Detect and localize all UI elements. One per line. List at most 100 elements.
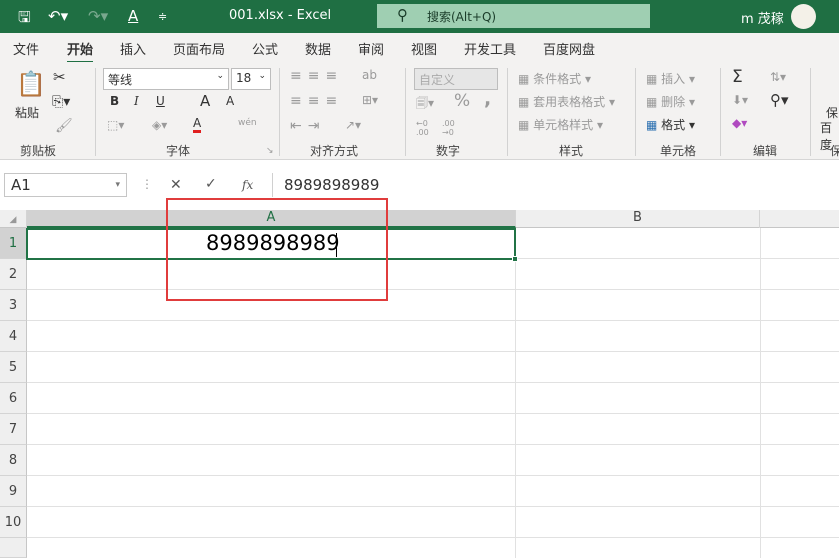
row-header-10[interactable]: 10 [0,507,27,538]
column-headers: ◢ A B [0,210,839,228]
insert-function-button[interactable]: fx [242,178,253,192]
gridline [27,382,839,383]
increase-decimal-button[interactable]: ←0 .00 [416,119,434,137]
name-box[interactable]: A1 ▾ [4,173,127,197]
divider [635,68,636,156]
gridline [27,475,839,476]
undo-icon[interactable]: ↶▾ [48,7,68,25]
tab-view[interactable]: 视图 [411,39,437,58]
group-label-alignment: 对齐方式 [310,144,359,158]
divider [405,68,406,156]
indent-icons[interactable]: ⇤⇥ [290,118,325,134]
row-header-7[interactable]: 7 [0,414,27,445]
select-all-button[interactable]: ◢ [0,210,27,228]
accounting-icon[interactable]: 🗐▾ [416,94,434,115]
group-label-baidu: 保 [830,144,839,158]
fill-handle[interactable] [512,256,518,262]
insert-cells-button[interactable]: ▦ 插入 ▾ [646,70,695,87]
ribbon-tabs: 文件 开始 插入 页面布局 公式 数据 审阅 视图 开发工具 百度网盘 [0,33,839,64]
italic-button[interactable]: I [134,94,139,108]
percent-button[interactable]: % [454,91,470,111]
search-box[interactable]: ⚲ 搜索(Alt+Q) [377,4,650,28]
group-label-cells: 单元格 [660,144,697,158]
clear-icon[interactable]: ◆▾ [732,116,747,130]
fill-icon[interactable]: ⬇▾ [732,93,748,107]
cell-styles-button[interactable]: ▦ 单元格样式 ▾ [518,116,603,133]
divider [95,68,96,156]
tab-insert[interactable]: 插入 [120,39,146,58]
orientation-icon[interactable]: ↗▾ [345,118,361,132]
fill-color-icon[interactable]: ◈▾ [152,118,167,132]
redo-icon[interactable]: ↷▾ [88,7,108,25]
tab-file[interactable]: 文件 [13,39,39,58]
tab-review[interactable]: 审阅 [358,39,384,58]
row-header-9[interactable]: 9 [0,476,27,507]
group-label-clipboard: 剪贴板 [20,144,57,158]
decrease-decimal-button[interactable]: .00 →0 [442,119,460,137]
cancel-button[interactable]: ✕ [170,177,182,193]
paste-icon[interactable]: 📋 [16,70,46,98]
search-icon: ⚲ [397,6,408,24]
font-color-icon[interactable]: A [128,7,138,25]
cut-icon[interactable]: ✂ [53,68,66,86]
avatar[interactable] [791,4,816,29]
row-header-1[interactable]: 1 [0,228,27,259]
horizontal-align-icons[interactable]: ≡≡≡ [290,93,343,109]
formula-input[interactable]: 8989898989 [272,173,839,197]
tab-developer[interactable]: 开发工具 [464,39,516,58]
divider [507,68,508,156]
name-box-value: A1 [11,176,31,194]
group-label-styles: 样式 [559,144,584,158]
underline-button[interactable]: U [156,94,165,108]
divider [279,68,280,156]
grow-font-button[interactable]: A [200,92,210,110]
sort-filter-icon[interactable]: ⇅▾ [770,70,786,84]
copy-icon[interactable]: ⎘▾ [52,94,70,110]
bold-button[interactable]: B [110,94,119,108]
dialog-launcher-icon[interactable]: ↘ [266,146,274,156]
row-header-partial[interactable] [0,538,27,558]
merge-icon[interactable]: ⊞▾ [362,93,378,107]
number-format-select[interactable]: 自定义 [414,68,498,90]
font-size-select[interactable]: 18 ⌄ [231,68,271,90]
find-icon[interactable]: ⚲▾ [770,91,789,109]
tab-home[interactable]: 开始 [67,39,94,64]
tab-formulas[interactable]: 公式 [252,39,278,58]
gridline [515,228,516,558]
comma-button[interactable]: , [484,88,491,110]
column-header-b[interactable]: B [516,210,760,228]
group-label-number: 数字 [436,144,461,158]
divider [810,68,811,156]
group-label-editing: 编辑 [753,144,778,158]
customize-qat-icon[interactable]: ≑ [158,10,167,23]
wrap-text-icon[interactable]: ab [362,68,377,82]
row-header-2[interactable]: 2 [0,259,27,290]
enter-button[interactable]: ✓ [205,176,217,192]
tab-baidu[interactable]: 百度网盘 [543,39,595,58]
autosum-button[interactable]: Σ [732,67,743,87]
tab-data[interactable]: 数据 [305,39,331,58]
row-header-6[interactable]: 6 [0,383,27,414]
tab-page-layout[interactable]: 页面布局 [173,39,225,58]
highlight-box [166,198,388,301]
vertical-align-icons[interactable]: ≡≡≡ [290,68,343,84]
borders-icon[interactable]: ⬚▾ [107,118,124,132]
row-header-5[interactable]: 5 [0,352,27,383]
format-as-table-button[interactable]: ▦ 套用表格格式 ▾ [518,93,615,110]
user-name[interactable]: m 茂稼 [741,8,784,27]
delete-cells-button[interactable]: ▦ 删除 ▾ [646,93,695,110]
format-cells-button[interactable]: ▦ 格式 ▾ [646,116,695,133]
gridline [27,537,839,538]
conditional-format-button[interactable]: ▦ 条件格式 ▾ [518,70,591,87]
row-header-8[interactable]: 8 [0,445,27,476]
row-header-3[interactable]: 3 [0,290,27,321]
font-color-icon[interactable]: A [193,117,202,133]
window-title: 001.xlsx - Excel [229,8,332,23]
row-header-4[interactable]: 4 [0,321,27,352]
font-name-select[interactable]: 等线 ⌄ [103,68,229,90]
format-painter-icon[interactable]: 🖌 [55,118,73,134]
paste-button[interactable]: 粘贴 [15,104,39,121]
save-icon[interactable]: 🖫 [18,7,31,32]
phonetic-button[interactable]: wén [238,118,257,128]
shrink-font-button[interactable]: A [226,94,234,108]
